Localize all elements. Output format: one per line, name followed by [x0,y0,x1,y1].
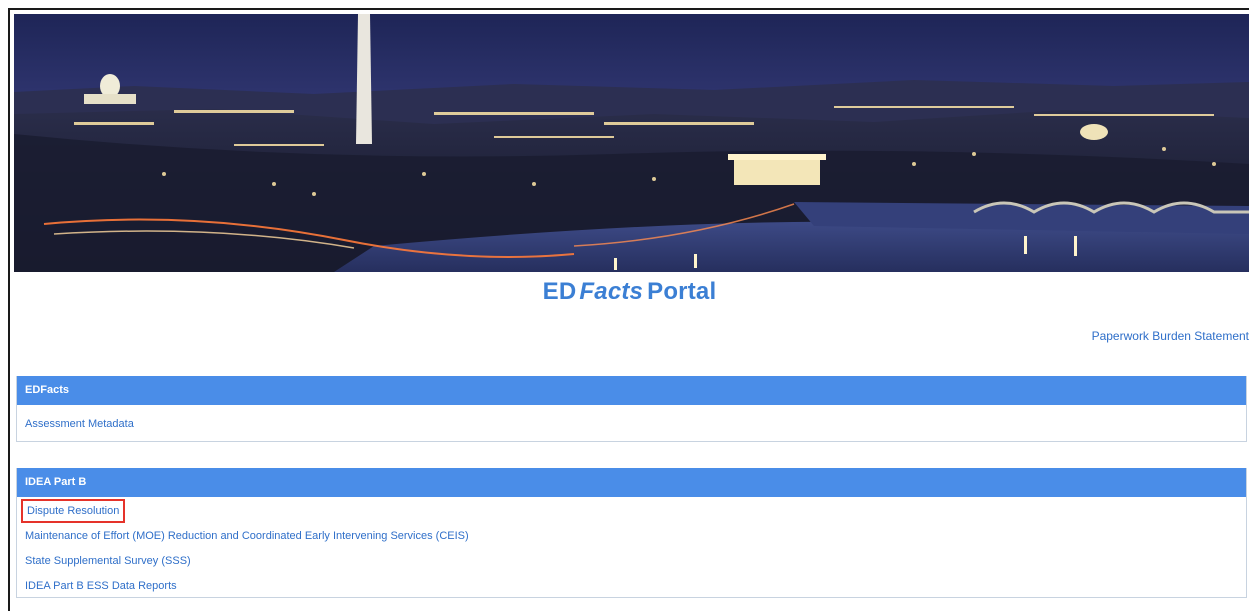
title-prefix: ED [542,278,577,305]
page-title: ED Facts Portal [10,278,1249,306]
link-idea-part-b-ess-data-reports[interactable]: IDEA Part B ESS Data Reports [25,580,177,592]
section-header-idea-part-b: IDEA Part B [17,468,1246,497]
portal-page: ED Facts Portal Paperwork Burden Statement… [8,8,1249,611]
list-item: State Supplemental Survey (SSS) [17,547,1246,572]
paperwork-burden-link[interactable]: Paperwork Burden Statement [1092,329,1249,343]
section-list-idea-part-b: Dispute Resolution Maintenance of Effort… [17,497,1246,597]
section-header-edfacts: EDFacts [17,376,1246,405]
section-idea-part-b: IDEA Part B Dispute Resolution Maintenan… [16,468,1247,598]
section-list-edfacts: Assessment Metadata [17,405,1246,441]
list-item: Maintenance of Effort (MOE) Reduction an… [17,522,1246,547]
list-item: IDEA Part B ESS Data Reports [17,572,1246,597]
list-item: Assessment Metadata [17,405,1246,441]
title-italic: Facts [579,278,644,305]
link-dispute-resolution[interactable]: Dispute Resolution [20,499,126,523]
banner-image [14,14,1249,272]
link-assessment-metadata[interactable]: Assessment Metadata [25,418,134,430]
list-item: Dispute Resolution [17,497,1246,523]
link-state-supplemental-survey[interactable]: State Supplemental Survey (SSS) [25,555,191,567]
section-edfacts: EDFacts Assessment Metadata [16,376,1247,442]
link-moe-ceis[interactable]: Maintenance of Effort (MOE) Reduction an… [25,530,469,542]
title-suffix: Portal [647,278,717,305]
